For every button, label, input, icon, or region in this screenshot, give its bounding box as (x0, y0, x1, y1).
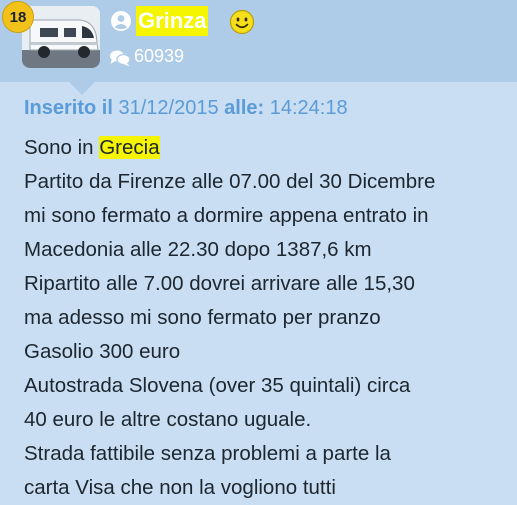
post-header: 18 Grinza 60939 (0, 0, 517, 82)
post-line: Macedonia alle 22.30 dopo 1387,6 km (24, 238, 372, 261)
post-line: mi sono fermato a dormire appena entrato… (24, 204, 429, 227)
post-line: Strada fattibile senza problemi a parte … (24, 442, 391, 465)
post-count: 60939 (134, 46, 185, 66)
time-label: alle: (224, 97, 265, 119)
post-time: 14:24:18 (269, 97, 348, 119)
username[interactable]: Grinza (136, 6, 209, 36)
chat-bubbles-icon (110, 50, 131, 67)
user-circle-icon (111, 11, 131, 31)
rank-badge: 18 (2, 1, 34, 33)
inserted-label: Inserito il (24, 97, 113, 119)
post-meta: Inserito il 31/12/2015 alle: 14:24:18 (24, 97, 348, 120)
post-line: Autostrada Slovena (over 35 quintali) ci… (24, 374, 411, 397)
header-pointer (68, 81, 96, 95)
post-line: Gasolio 300 euro (24, 340, 181, 363)
post-line: ma adesso mi sono fermato per pranzo (24, 306, 381, 329)
post-body: Sono in Grecia Partito da Firenze alle 0… (24, 131, 510, 505)
post-line: Sono in Grecia (24, 136, 160, 159)
post-line: Partito da Firenze alle 07.00 del 30 Dic… (24, 170, 436, 193)
post-line: Ripartito alle 7.00 dovrei arrivare alle… (24, 272, 415, 295)
smiley-icon (229, 9, 255, 35)
post-line: 40 euro le altre costano uguale. (24, 408, 312, 431)
post-date: 31/12/2015 (118, 97, 219, 119)
highlighted-word: Grecia (99, 136, 160, 159)
